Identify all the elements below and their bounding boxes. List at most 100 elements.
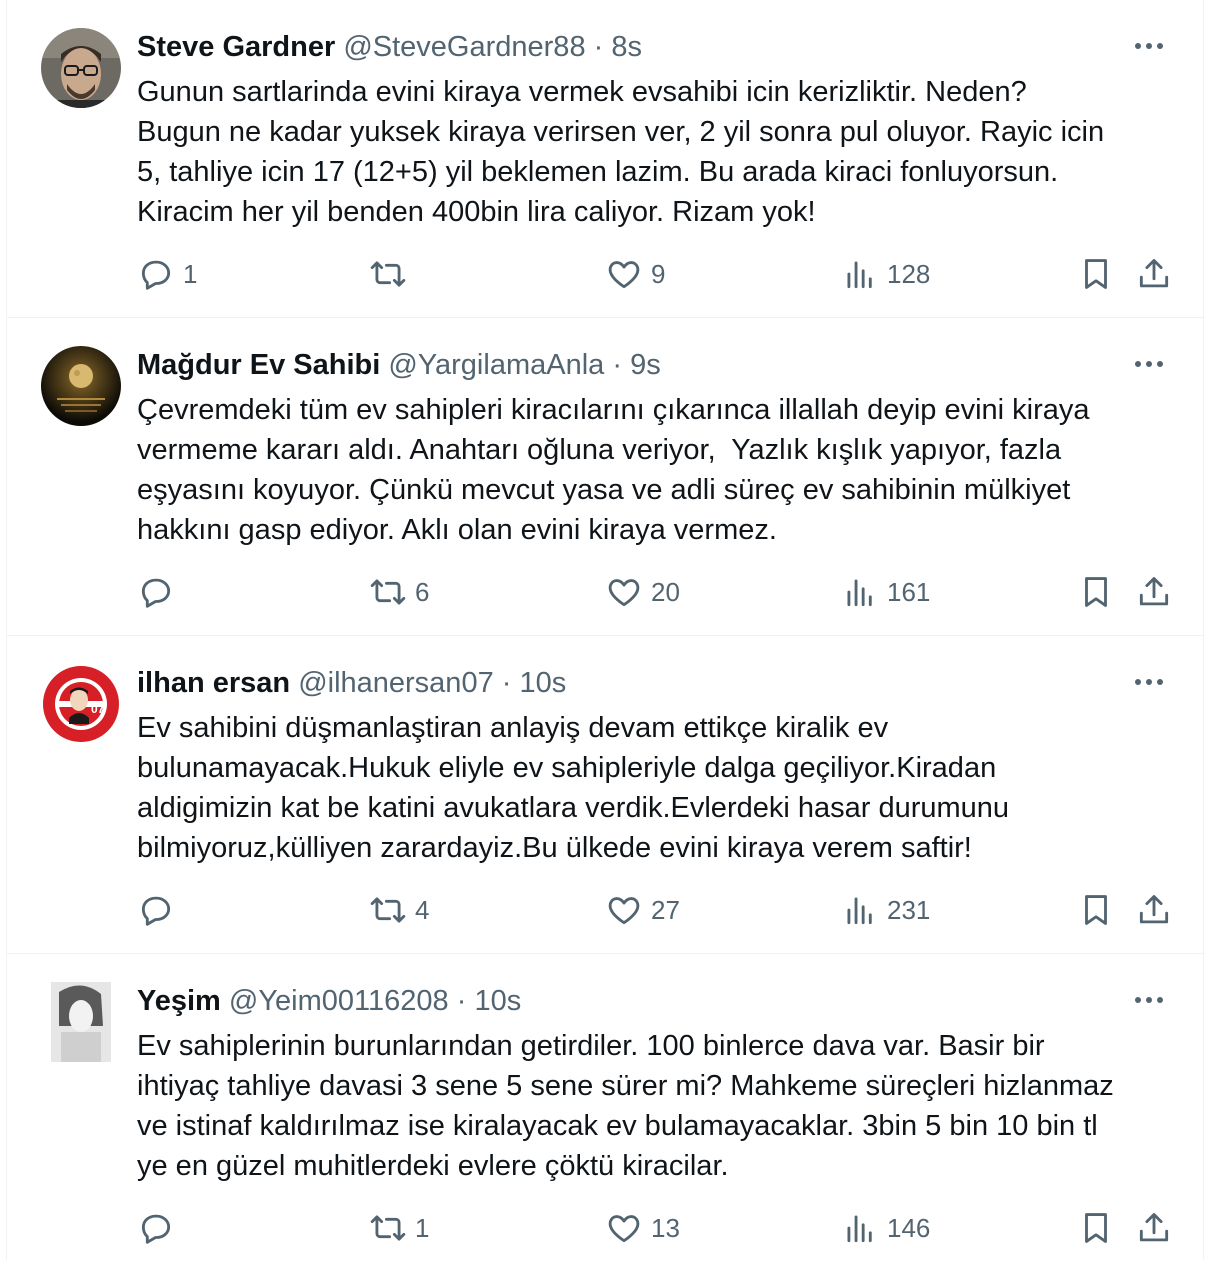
- bookmark-icon: [1085, 895, 1107, 925]
- bookmark-button[interactable]: [1077, 1208, 1115, 1248]
- share-button[interactable]: [1135, 572, 1173, 612]
- separator-dot: ·: [612, 349, 623, 381]
- retweet-button[interactable]: 6: [369, 572, 429, 612]
- reply-button[interactable]: [137, 890, 183, 930]
- avatar[interactable]: [51, 982, 111, 1062]
- views-button[interactable]: 231: [841, 890, 930, 930]
- author-handle[interactable]: @Yeim00116208: [229, 985, 449, 1017]
- like-count: 9: [651, 258, 666, 289]
- retweet-icon: [370, 579, 406, 605]
- views-icon: [847, 261, 872, 289]
- like-button[interactable]: 9: [605, 254, 665, 294]
- separator-dot: ·: [501, 667, 512, 699]
- timestamp[interactable]: 8s: [611, 31, 642, 63]
- retweet-button[interactable]: [369, 254, 415, 294]
- reply-count: 1: [183, 258, 198, 289]
- action-bar: 6 20 161: [137, 572, 1177, 612]
- author-name[interactable]: Yeşim: [137, 985, 221, 1017]
- reply-icon: [141, 896, 171, 926]
- bookmark-button[interactable]: [1077, 254, 1115, 294]
- avatar-moon-image: [41, 346, 121, 426]
- like-button[interactable]: 27: [605, 890, 680, 930]
- views-button[interactable]: 146: [841, 1208, 930, 1248]
- tweet[interactable]: Steve Gardner @SteveGardner88 · 8s Gunun…: [7, 0, 1205, 318]
- avatar[interactable]: [41, 28, 121, 108]
- reply-icon: [141, 1214, 171, 1244]
- retweet-button[interactable]: 4: [369, 890, 429, 930]
- views-count: 231: [887, 894, 931, 925]
- author-name[interactable]: ilhan ersan: [137, 667, 290, 699]
- views-button[interactable]: 161: [841, 572, 930, 612]
- avatar[interactable]: 07: [41, 664, 121, 744]
- tweet-text: Ev sahiplerinin burunlarından getirdiler…: [137, 1030, 1114, 1182]
- avatar-club-logo: 07: [41, 664, 121, 744]
- bookmark-button[interactable]: [1077, 572, 1115, 612]
- more-icon: [1135, 679, 1163, 685]
- author-handle[interactable]: @SteveGardner88: [343, 31, 585, 63]
- tweet[interactable]: Yeşim @Yeim00116208 · 10s Ev sahiplerini…: [7, 954, 1205, 1272]
- timestamp[interactable]: 10s: [520, 667, 567, 699]
- logo-number: 07: [91, 702, 105, 716]
- like-button[interactable]: 20: [605, 572, 680, 612]
- like-count: 27: [651, 894, 680, 925]
- timestamp[interactable]: 9s: [630, 349, 661, 381]
- tweet-header: ilhan ersan @ilhanersan07 · 10s: [137, 666, 566, 700]
- share-icon: [1139, 259, 1169, 288]
- more-button[interactable]: [1131, 34, 1167, 58]
- tweet-text: Ev sahibini düşmanlaştiran anlayiş devam…: [137, 712, 1010, 864]
- retweet-count: 4: [415, 894, 430, 925]
- action-bar: 4 27 231: [137, 890, 1177, 930]
- author-handle[interactable]: @ilhanersan07: [298, 667, 494, 699]
- views-count: 146: [887, 1212, 931, 1243]
- avatar-photo: [51, 982, 111, 1062]
- reply-button[interactable]: 1: [137, 254, 197, 294]
- bookmark-icon: [1085, 1213, 1107, 1243]
- share-button[interactable]: [1135, 254, 1173, 294]
- share-icon: [1139, 577, 1169, 606]
- timestamp[interactable]: 10s: [474, 985, 521, 1017]
- more-icon: [1135, 43, 1163, 49]
- reply-button[interactable]: [137, 1208, 183, 1248]
- bookmark-icon: [1085, 259, 1107, 289]
- more-icon: [1135, 361, 1163, 367]
- timeline: Steve Gardner @SteveGardner88 · 8s Gunun…: [6, 0, 1205, 1260]
- more-button[interactable]: [1131, 988, 1167, 1012]
- like-button[interactable]: 13: [605, 1208, 680, 1248]
- retweet-icon: [370, 897, 406, 923]
- views-icon: [847, 897, 872, 925]
- bookmark-button[interactable]: [1077, 890, 1115, 930]
- more-button[interactable]: [1131, 670, 1167, 694]
- more-button[interactable]: [1131, 352, 1167, 376]
- views-button[interactable]: 128: [841, 254, 930, 294]
- retweet-count: 1: [415, 1212, 430, 1243]
- tweet-text: Gunun sartlarinda evini kiraya vermek ev…: [137, 76, 1105, 228]
- author-name[interactable]: Mağdur Ev Sahibi: [137, 349, 380, 381]
- like-icon: [608, 261, 640, 289]
- avatar[interactable]: [41, 346, 121, 426]
- tweet-header: Mağdur Ev Sahibi @YargilamaAnla · 9s: [137, 348, 661, 382]
- avatar-photo: [41, 28, 121, 108]
- share-icon: [1139, 895, 1169, 924]
- views-icon: [847, 1215, 872, 1243]
- author-handle[interactable]: @YargilamaAnla: [388, 349, 604, 381]
- tweet-header: Yeşim @Yeim00116208 · 10s: [137, 984, 521, 1018]
- share-button[interactable]: [1135, 1208, 1173, 1248]
- retweet-button[interactable]: 1: [369, 1208, 429, 1248]
- views-count: 161: [887, 576, 931, 607]
- like-icon: [608, 579, 640, 607]
- reply-icon: [141, 578, 171, 608]
- like-icon: [608, 1215, 640, 1243]
- bookmark-icon: [1085, 577, 1107, 607]
- separator-dot: ·: [593, 31, 604, 63]
- share-button[interactable]: [1135, 890, 1173, 930]
- author-name[interactable]: Steve Gardner: [137, 31, 335, 63]
- tweet-header: Steve Gardner @SteveGardner88 · 8s: [137, 30, 642, 64]
- action-bar: 1 13 146: [137, 1208, 1177, 1248]
- tweet[interactable]: 07 ilhan ersan @ilhanersan07 · 10s Ev sa…: [7, 636, 1205, 954]
- action-bar: 1 9 128: [137, 254, 1177, 294]
- reply-button[interactable]: [137, 572, 183, 612]
- tweet-text: Çevremdeki tüm ev sahipleri kiracılarını…: [137, 394, 1090, 546]
- tweet[interactable]: Mağdur Ev Sahibi @YargilamaAnla · 9s Çev…: [7, 318, 1205, 636]
- separator-dot: ·: [456, 985, 467, 1017]
- share-icon: [1139, 1213, 1169, 1242]
